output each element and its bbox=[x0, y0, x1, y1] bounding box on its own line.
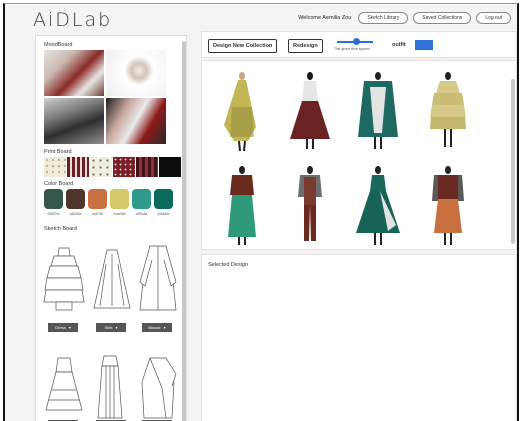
color-hex-row: #36574c #4f352a #c8703f #cac96b #2f9c8a #0b6a… bbox=[44, 212, 173, 216]
color-hex-label: #4f352a bbox=[69, 212, 82, 216]
design-card-2[interactable] bbox=[280, 67, 340, 154]
chevron-down-icon: ▾ bbox=[163, 325, 166, 330]
sketch-board-title: Sketch Board bbox=[44, 226, 78, 232]
color-hex-label: #0b6a5c bbox=[157, 212, 170, 216]
print-board-title: Print Board bbox=[44, 149, 72, 155]
sketch-long-dress[interactable] bbox=[90, 352, 130, 421]
top-bar: Welcome Aemilia Zou Sketch Library Saved… bbox=[298, 12, 511, 24]
mood-image-2[interactable] bbox=[106, 50, 166, 96]
outfit-label: outfit bbox=[392, 42, 406, 48]
print-board bbox=[44, 157, 181, 177]
slider-thumb[interactable] bbox=[353, 38, 361, 45]
design-card-7[interactable] bbox=[348, 161, 408, 248]
design-controls: Design New Collection Redesign Title giv… bbox=[201, 31, 517, 58]
print-swatch-6[interactable] bbox=[159, 157, 181, 177]
color-hex-label: #36574c bbox=[47, 212, 60, 216]
color-board bbox=[44, 189, 173, 209]
design-card-8[interactable] bbox=[418, 161, 478, 248]
print-swatch-3[interactable] bbox=[90, 157, 112, 177]
sketch-library-button[interactable]: Sketch Library bbox=[358, 12, 409, 24]
sketch-blouse-coat[interactable] bbox=[136, 242, 180, 314]
sketch-type-dropdown-1[interactable]: Dress ▾ bbox=[48, 323, 78, 332]
gallery-scrollbar[interactable] bbox=[511, 79, 515, 244]
color-hex-label: #2f9c8a bbox=[135, 212, 148, 216]
app-logo: AiDLab bbox=[33, 9, 113, 31]
print-swatch-5[interactable] bbox=[136, 157, 158, 177]
color-hex-label: #c8703f bbox=[91, 212, 104, 216]
app-frame: AiDLab Welcome Aemilia Zou Sketch Librar… bbox=[3, 3, 519, 421]
chevron-down-icon: ▾ bbox=[68, 325, 71, 330]
color-swatch-3[interactable] bbox=[88, 189, 107, 209]
color-swatch-1[interactable] bbox=[44, 189, 63, 209]
design-new-collection-button[interactable]: Design New Collection bbox=[208, 39, 278, 53]
welcome-text: Welcome Aemilia Zou bbox=[298, 15, 352, 21]
outfit-toggle[interactable] bbox=[415, 40, 433, 50]
color-swatch-5[interactable] bbox=[132, 189, 151, 209]
print-swatch-1[interactable] bbox=[44, 157, 66, 177]
sketch-dress-ruffle[interactable] bbox=[42, 244, 86, 314]
color-hex-label: #cac96b bbox=[113, 212, 126, 216]
color-board-title: Color Board bbox=[44, 181, 74, 187]
left-panel: MoodBoard Print Board Color Board #36574… bbox=[35, 35, 187, 421]
design-card-5[interactable] bbox=[212, 161, 272, 248]
design-card-6[interactable] bbox=[280, 161, 340, 248]
print-swatch-4[interactable] bbox=[113, 157, 135, 177]
design-card-3[interactable] bbox=[348, 67, 408, 154]
design-card-1[interactable] bbox=[212, 67, 272, 154]
color-swatch-2[interactable] bbox=[66, 189, 85, 209]
saved-collections-button[interactable]: Saved Collections bbox=[413, 12, 472, 24]
redesign-button[interactable]: Redesign bbox=[288, 39, 323, 53]
design-card-4[interactable] bbox=[418, 67, 478, 154]
left-scrollbar[interactable] bbox=[182, 41, 186, 421]
sketch-dress-full[interactable] bbox=[42, 354, 86, 420]
slider-caption: Title given from system bbox=[334, 47, 370, 51]
print-swatch-2[interactable] bbox=[67, 157, 89, 177]
generated-designs-gallery bbox=[201, 60, 517, 250]
chevron-down-icon: ▾ bbox=[115, 325, 118, 330]
mood-image-1[interactable] bbox=[44, 50, 104, 96]
moodboard bbox=[44, 50, 174, 145]
mood-image-4[interactable] bbox=[106, 98, 166, 144]
moodboard-title: MoodBoard bbox=[44, 42, 73, 48]
selected-design-title: Selected Design bbox=[208, 262, 249, 268]
sketch-skirt[interactable] bbox=[92, 244, 132, 314]
color-swatch-6[interactable] bbox=[154, 189, 173, 209]
sketch-wrap-coat[interactable] bbox=[136, 352, 180, 421]
mood-image-3[interactable] bbox=[44, 98, 104, 144]
sketch-type-dropdown-2[interactable]: Skirt ▾ bbox=[96, 323, 126, 332]
logout-button[interactable]: Log out bbox=[476, 12, 511, 24]
sketch-type-dropdown-3[interactable]: Blouse ▾ bbox=[142, 323, 172, 332]
selected-design-panel: Selected Design bbox=[201, 254, 517, 421]
color-swatch-4[interactable] bbox=[110, 189, 129, 209]
